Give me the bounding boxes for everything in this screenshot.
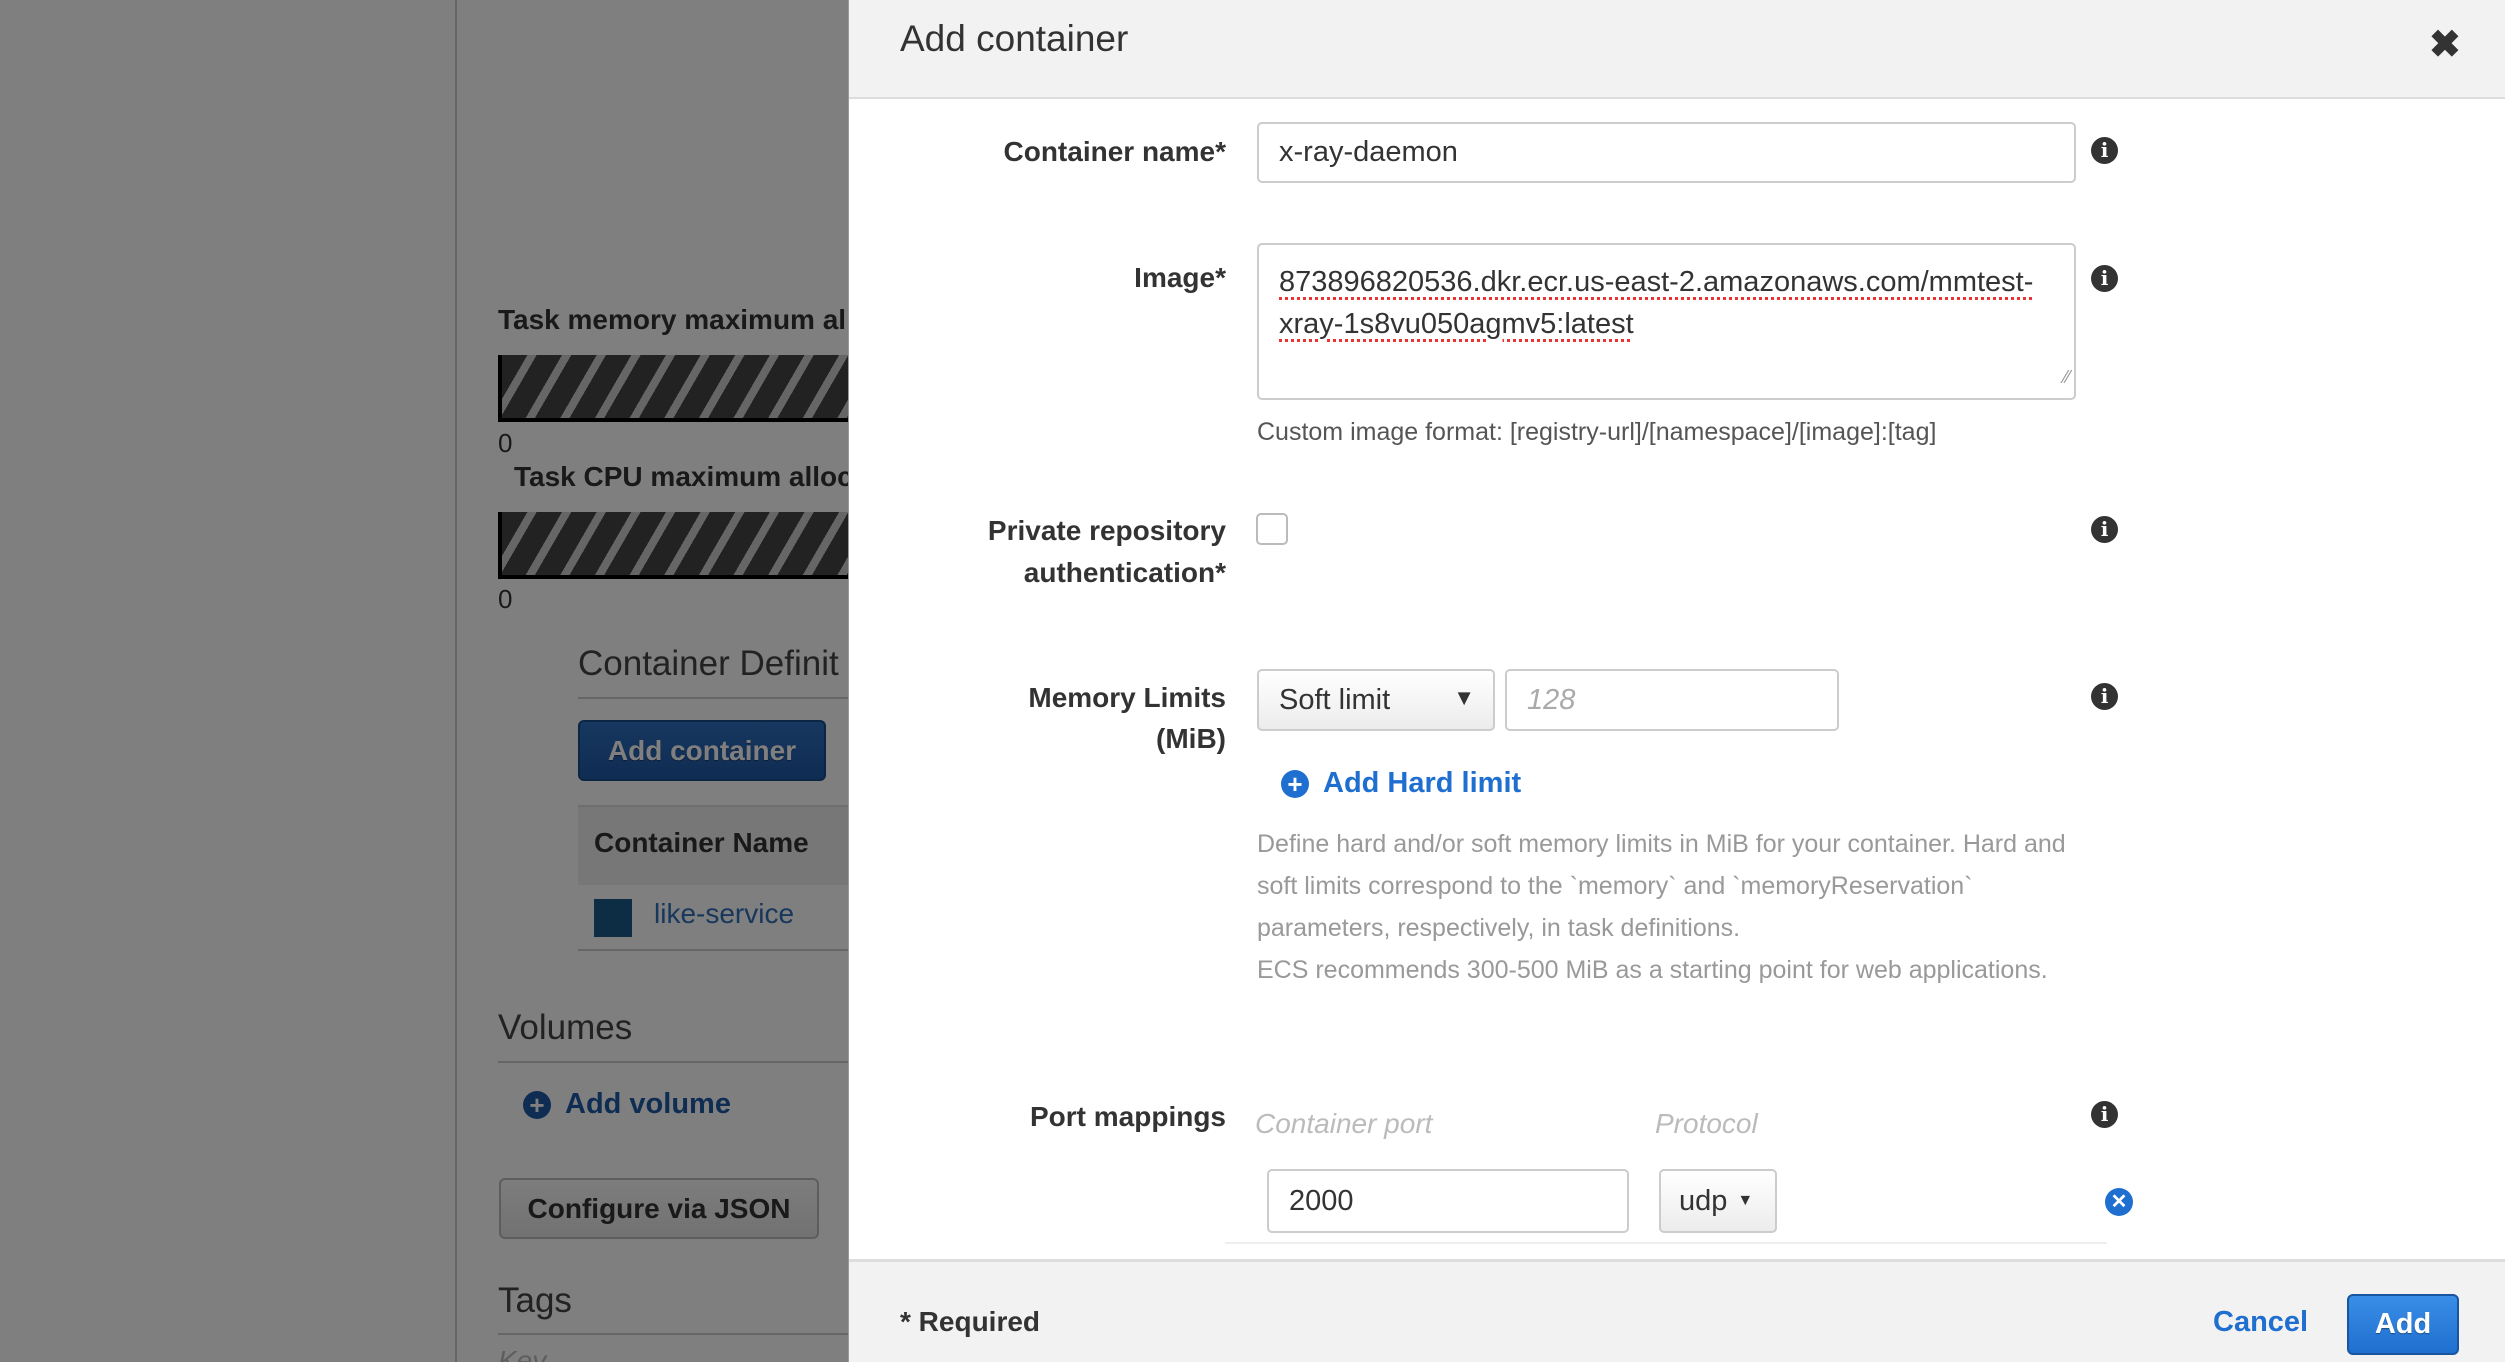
cancel-button[interactable]: Cancel xyxy=(2213,1306,2308,1339)
memory-limit-type-value: Soft limit xyxy=(1279,683,1391,716)
container-name-input[interactable]: x-ray-daemon xyxy=(1257,122,2076,183)
add-hard-limit-link[interactable]: Add Hard limit xyxy=(1323,767,1521,800)
memory-limit-input[interactable]: 128 xyxy=(1505,669,1839,731)
close-icon[interactable]: ✖ xyxy=(2429,22,2461,67)
private-repo-label-line2: authentication* xyxy=(1023,557,1226,588)
memory-limit-type-select[interactable]: Soft limit ▼ xyxy=(1257,669,1495,731)
container-port-value: 2000 xyxy=(1289,1184,1354,1217)
caret-down-icon: ▼ xyxy=(1737,1192,1754,1209)
image-textarea[interactable]: 873896820536.dkr.ecr.us-east-2.amazonaws… xyxy=(1257,243,2076,400)
private-repo-checkbox[interactable] xyxy=(1256,513,1288,545)
container-port-input[interactable]: 2000 xyxy=(1267,1169,1629,1233)
image-label: Image* xyxy=(1134,262,1226,293)
memory-help-line: parameters, respectively, in task defini… xyxy=(1257,914,1741,942)
container-name-label: Container name* xyxy=(1003,136,1227,167)
add-button[interactable]: Add xyxy=(2347,1294,2459,1355)
memory-help-line: Define hard and/or soft memory limits in… xyxy=(1257,830,2066,858)
remove-port-mapping-icon[interactable]: ✕ xyxy=(2105,1188,2133,1216)
column-header-container-port: Container port xyxy=(1255,1108,1433,1139)
modal-backdrop[interactable] xyxy=(0,0,848,1362)
memory-limit-placeholder: 128 xyxy=(1527,683,1576,716)
column-header-protocol: Protocol xyxy=(1655,1108,1758,1139)
info-icon[interactable]: i xyxy=(2091,683,2118,710)
required-note: * Required xyxy=(900,1306,1041,1337)
modal-footer: * Required Cancel Add xyxy=(849,1259,2505,1362)
memory-help-line: soft limits correspond to the `memory` a… xyxy=(1257,872,1973,900)
image-format-help: Custom image format: [registry-url]/[nam… xyxy=(1257,418,1937,446)
private-repo-label-line1: Private repository xyxy=(987,515,1226,546)
memory-limits-label-line1: Memory Limits xyxy=(1028,682,1226,713)
image-value-line1: 873896820536.dkr.ecr.us-east-2.amazonaws… xyxy=(1279,266,2034,298)
modal-title: Add container xyxy=(900,18,1129,59)
protocol-value: udp xyxy=(1679,1184,1728,1217)
add-container-modal: Add container ✖ Container name* x-ray-da… xyxy=(848,0,2505,1362)
info-icon[interactable]: i xyxy=(2091,1101,2118,1128)
modal-header: Add container ✖ xyxy=(849,0,2505,99)
port-mappings-label: Port mappings xyxy=(1029,1101,1226,1132)
divider xyxy=(1225,1242,2107,1244)
info-icon[interactable]: i xyxy=(2091,265,2118,292)
plus-circle-icon: + xyxy=(1281,770,1309,798)
container-name-value: x-ray-daemon xyxy=(1279,136,1458,168)
memory-limits-label-line2: (MiB) xyxy=(1156,723,1226,754)
caret-down-icon: ▼ xyxy=(1453,685,1475,710)
info-icon[interactable]: i xyxy=(2091,516,2118,543)
memory-help-line: ECS recommends 300-500 MiB as a starting… xyxy=(1257,956,2048,984)
resize-handle-icon[interactable]: ⁄⁄ xyxy=(2064,356,2070,398)
image-value-line2: xray-1s8vu050agmv5:latest xyxy=(1279,308,1634,340)
info-icon[interactable]: i xyxy=(2091,137,2118,164)
protocol-select[interactable]: udp ▼ xyxy=(1659,1169,1777,1233)
